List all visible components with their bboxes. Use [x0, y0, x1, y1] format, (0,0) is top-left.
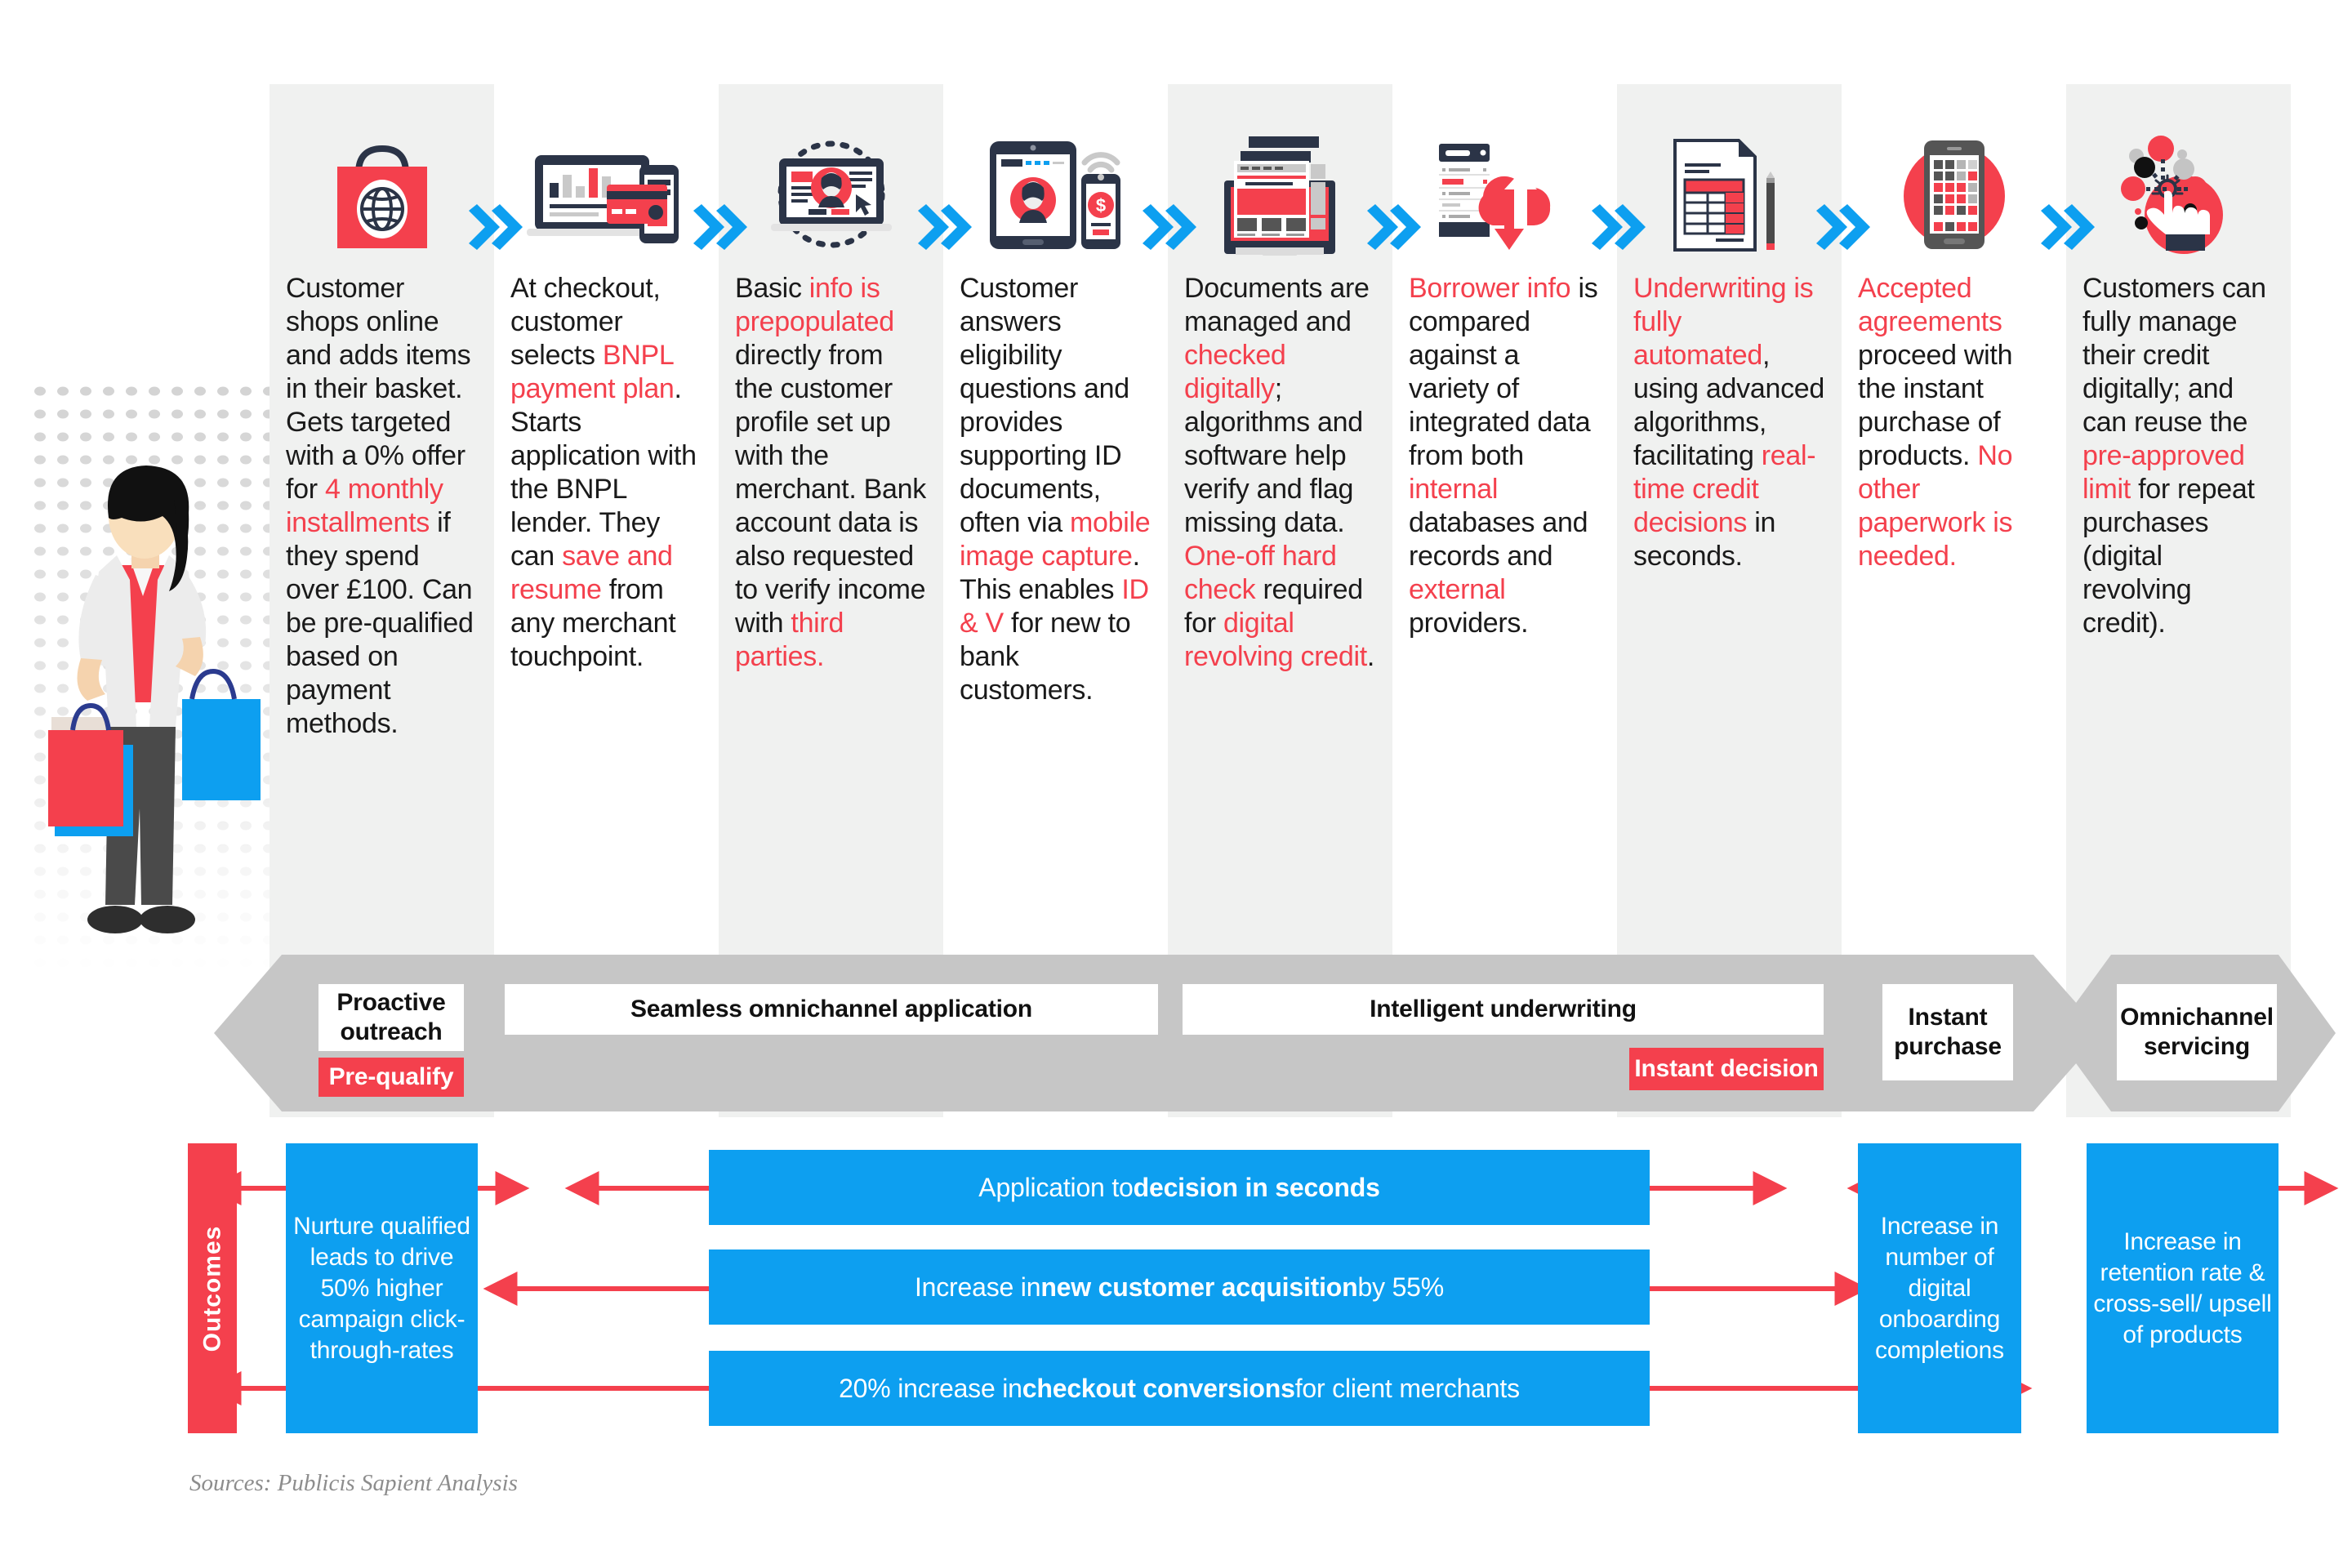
step-1-text: Customer shops online and adds items in …	[270, 272, 494, 741]
outcomes-tab: Outcomes	[188, 1143, 237, 1433]
shopper-illustration	[48, 466, 261, 933]
journey-step-8: Accepted agreements proceed with the ins…	[1842, 84, 2066, 573]
highlighted-phrase: internal	[1409, 474, 1499, 505]
body-phrase: Documents are managed and	[1184, 273, 1370, 337]
source-note: Sources: Publicis Sapient Analysis	[189, 1470, 518, 1496]
journey-step-6: Borrower info is compared against a vari…	[1392, 84, 1617, 640]
step-7-text: Underwriting is fully automated, using a…	[1617, 272, 1842, 573]
step-6-text: Borrower info is compared against a vari…	[1392, 272, 1617, 640]
cloud-data-sync-icon	[1438, 144, 1550, 250]
highlighted-phrase: external	[1409, 574, 1506, 605]
outcome-box-left[interactable]: Nurture qualified leads to drive 50% hig…	[286, 1143, 478, 1433]
click-hand-network-icon	[2120, 136, 2223, 254]
stage-label-proactive-outreach[interactable]: Proactive outreach	[318, 984, 464, 1051]
highlighted-phrase: checked digitally	[1184, 340, 1286, 404]
outcome-bar-checkout-conversions[interactable]: 20% increase in checkout conversions for…	[709, 1351, 1650, 1426]
shopping-bag-globe-icon	[336, 145, 427, 248]
highlighted-phrase: Borrower info	[1409, 273, 1571, 304]
stage-pill-instant-decision[interactable]: Instant decision	[1629, 1048, 1824, 1090]
bar-2-strong: new customer acquisition	[1040, 1272, 1358, 1302]
step-5-icon-wrap	[1168, 84, 1392, 272]
stage-label-omnichannel-servicing[interactable]: Omnichannel servicing	[2117, 984, 2277, 1080]
chevron-separator-1	[469, 204, 523, 250]
step-3-icon-wrap	[719, 84, 943, 272]
chevron-separator-6	[1592, 204, 1646, 250]
stage-label-seamless-omnichannel-application[interactable]: Seamless omnichannel application	[505, 984, 1158, 1035]
chevron-separator-7	[1816, 204, 1870, 250]
stage-label-instant-purchase[interactable]: Instant purchase	[1882, 984, 2013, 1080]
bar-1-strong: decision in seconds	[1133, 1172, 1380, 1202]
body-phrase: Basic	[735, 273, 809, 304]
body-phrase: providers.	[1409, 608, 1529, 639]
laptop-mobile-creditcard-icon	[526, 155, 679, 243]
bar-3-strong: checkout conversions	[1022, 1373, 1295, 1403]
body-phrase: Customer answers eligibility questions a…	[960, 273, 1129, 538]
step-1-icon-wrap	[270, 84, 494, 272]
outcomes-tab-label: Outcomes	[198, 1225, 225, 1352]
mobile-apps-grid-icon	[1903, 140, 2005, 249]
step-3-text: Basic info is prepopulated directly from…	[719, 272, 943, 674]
step-6-icon-wrap	[1392, 84, 1617, 272]
journey-columns: Customer shops online and adds items in …	[0, 0, 2352, 980]
journey-step-4: $ Customer answers eligibility questions…	[943, 84, 1168, 707]
step-4-text: Customer answers eligibility questions a…	[943, 272, 1168, 707]
body-phrase: directly from the customer profile set u…	[735, 340, 926, 639]
journey-step-1: Customer shops online and adds items in …	[270, 84, 494, 741]
body-phrase: databases and records and	[1409, 507, 1588, 572]
step-2-icon-wrap	[494, 84, 719, 272]
document-table-pen-icon	[1673, 138, 1775, 252]
outcome-bar-decision-in-seconds[interactable]: Application to decision in seconds	[709, 1150, 1650, 1225]
step-8-text: Accepted agreements proceed with the ins…	[1842, 272, 2066, 573]
step-5-text: Documents are managed and checked digita…	[1168, 272, 1392, 674]
tablet-phone-id-verification-icon: $	[990, 141, 1120, 249]
journey-step-9: Customers can fully manage their credit …	[2066, 84, 2291, 640]
outcome-box-digital-onboarding-completions[interactable]: Increase in number of digital onboarding…	[1858, 1143, 2021, 1433]
svg-text:$: $	[1096, 195, 1106, 216]
step-9-icon-wrap	[2066, 84, 2291, 272]
bar-1-pre: Application to	[978, 1172, 1134, 1202]
chevron-separator-5	[1367, 204, 1421, 250]
bar-2-pre: Increase in	[914, 1272, 1041, 1302]
body-phrase: Customers can fully manage their credit …	[2082, 273, 2266, 438]
journey-step-7: Underwriting is fully automated, using a…	[1617, 84, 1842, 573]
chevron-separator-8	[2041, 204, 2095, 250]
journey-step-5: Documents are managed and checked digita…	[1168, 84, 1392, 674]
chevron-separator-2	[693, 204, 747, 250]
chevron-separator-4	[1143, 204, 1196, 250]
laptop-customer-profile-icon	[770, 140, 892, 248]
bar-3-post: for client merchants	[1294, 1373, 1520, 1403]
bar-2-post: by 55%	[1357, 1272, 1445, 1302]
highlighted-phrase: Accepted agreements	[1858, 273, 2002, 337]
step-4-icon-wrap: $	[943, 84, 1168, 272]
outcome-box-retention-cross-sell[interactable]: Increase in retention rate & cross-sell/…	[2087, 1143, 2278, 1433]
desktop-documents-icon	[1224, 136, 1335, 256]
body-phrase: if they spend over £100. Can be pre-qual…	[286, 507, 474, 739]
body-phrase: .	[1366, 641, 1375, 672]
outcome-bar-new-customer-acquisition[interactable]: Increase in new customer acquisition by …	[709, 1250, 1650, 1325]
stage-banner: Proactive outreach Pre-qualify Seamless …	[0, 951, 2352, 1115]
journey-step-3: Basic info is prepopulated directly from…	[719, 84, 943, 674]
step-8-icon-wrap	[1842, 84, 2066, 272]
journey-step-2: At checkout, customer selects BNPL payme…	[494, 84, 719, 674]
bar-3-pre: 20% increase in	[839, 1373, 1022, 1403]
stage-pill-pre-qualify[interactable]: Pre-qualify	[318, 1058, 464, 1097]
stage-label-intelligent-underwriting[interactable]: Intelligent underwriting	[1183, 984, 1824, 1035]
chevron-separator-3	[918, 204, 972, 250]
outcomes-section: Outcomes Nurture qualified leads to driv…	[0, 1143, 2352, 1470]
highlighted-phrase: Underwriting is fully automated	[1633, 273, 1814, 371]
step-9-text: Customers can fully manage their credit …	[2066, 272, 2291, 640]
body-phrase: Customer shops online and adds items in …	[286, 273, 471, 505]
step-7-icon-wrap	[1617, 84, 1842, 272]
step-2-text: At checkout, customer selects BNPL payme…	[494, 272, 719, 674]
